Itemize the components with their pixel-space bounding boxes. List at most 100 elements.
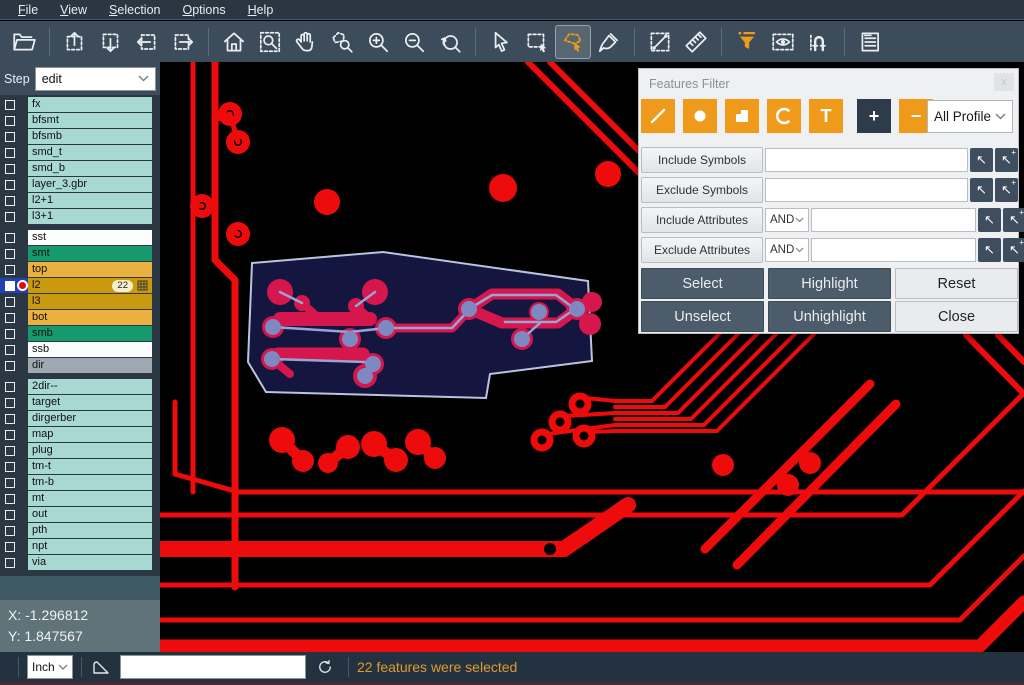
include-attributes-pick-button[interactable]: ↖ [978,208,1001,232]
include-attributes-pick-add-button[interactable]: ↖+ [1003,208,1024,232]
layer-checkbox[interactable] [5,345,15,355]
include-symbols-button[interactable]: Include Symbols [641,147,763,173]
menu-file[interactable]: File [8,1,48,19]
layer-row-l2-1[interactable]: l2+1 [0,193,160,208]
select-pointer-button[interactable] [483,25,519,59]
layer-row-l2[interactable]: l222 [0,278,160,293]
layer-row-l3-1[interactable]: l3+1 [0,209,160,224]
layer-name[interactable]: dirgerber [28,411,152,426]
exclude-attributes-operator-dropdown[interactable]: AND [765,238,809,262]
layer-checkbox[interactable] [5,313,15,323]
layer-checkbox[interactable] [5,446,15,456]
menu-help[interactable]: Help [238,1,284,19]
layer-checkbox[interactable] [5,398,15,408]
exclude-attributes-pick-button[interactable]: ↖ [978,238,1001,262]
pan-left-button[interactable] [129,25,165,59]
layer-row-pth[interactable]: pth [0,523,160,538]
exclude-symbols-input[interactable] [765,178,968,202]
layer-row-smb[interactable]: smb [0,326,160,341]
layer-checkbox[interactable] [5,164,15,174]
layer-name[interactable]: l2+1 [28,193,152,208]
layer-name[interactable]: fx [28,97,152,112]
layer-row-l3[interactable]: l3 [0,294,160,309]
filter-add-button[interactable]: + [857,99,891,133]
layer-name[interactable]: tm-b [28,475,152,490]
layer-name[interactable]: via [28,555,152,570]
layer-name[interactable]: l222 [28,278,152,293]
grid-icon[interactable] [137,280,148,291]
exclude-symbols-pick-add-button[interactable]: ↖+ [995,178,1018,202]
layer-checkbox[interactable] [5,494,15,504]
layer-row-sst[interactable]: sst [0,230,160,245]
menu-view[interactable]: View [50,1,97,19]
zoom-previous-button[interactable] [432,25,468,59]
layer-row-smd-b[interactable]: smd_b [0,161,160,176]
step-dropdown[interactable]: edit [35,67,156,91]
layer-name[interactable]: 2dir-- [28,379,152,394]
layer-name[interactable]: tm-t [28,459,152,474]
layer-checkbox[interactable] [5,100,15,110]
filter-surfaces-button[interactable] [725,99,759,133]
active-layer-indicator[interactable] [17,280,28,291]
reset-button[interactable]: Reset [895,268,1018,299]
layer-name[interactable]: sst [28,230,152,245]
layer-checkbox[interactable] [5,196,15,206]
layer-row-target[interactable]: target [0,395,160,410]
corner-ruler-icon[interactable] [92,659,110,675]
layer-row-plug[interactable]: plug [0,443,160,458]
exclude-symbols-button[interactable]: Exclude Symbols [641,177,763,203]
profile-dropdown[interactable]: All Profile [927,100,1013,133]
layer-checkbox[interactable] [5,558,15,568]
layer-name[interactable]: layer_3.gbr [28,177,152,192]
view-options-button[interactable] [765,25,801,59]
layer-row-mt[interactable]: mt [0,491,160,506]
layer-name[interactable]: map [28,427,152,442]
layer-row-layer-3-gbr[interactable]: layer_3.gbr [0,177,160,192]
layer-name[interactable]: dir [28,358,152,373]
layer-checkbox[interactable] [5,180,15,190]
layer-name[interactable]: bfsmt [28,113,152,128]
command-input[interactable] [120,655,306,679]
layer-checkbox[interactable] [5,281,15,291]
layer-checkbox[interactable] [5,361,15,371]
close-button[interactable]: Close [895,301,1018,332]
features-filter-button[interactable] [729,25,765,59]
include-attributes-button[interactable]: Include Attributes [641,207,763,233]
open-file-button[interactable] [6,25,42,59]
layer-name[interactable]: mt [28,491,152,506]
layer-row-dirgerber[interactable]: dirgerber [0,411,160,426]
select-rectangle-button[interactable] [519,25,555,59]
sync-icon[interactable] [316,658,334,676]
layer-row-bfsmt[interactable]: bfsmt [0,113,160,128]
layer-name[interactable]: smt [28,246,152,261]
layer-checkbox[interactable] [5,462,15,472]
layer-name[interactable]: bfsmb [28,129,152,144]
layer-row-via[interactable]: via [0,555,160,570]
layer-row-npt[interactable]: npt [0,539,160,554]
layer-row-tm-t[interactable]: tm-t [0,459,160,474]
layer-name[interactable]: target [28,395,152,410]
layer-name[interactable]: smb [28,326,152,341]
highlight-button[interactable]: Highlight [768,268,891,299]
exclude-attributes-pick-add-button[interactable]: ↖+ [1003,238,1024,262]
home-view-button[interactable] [216,25,252,59]
layer-name[interactable]: pth [28,523,152,538]
layer-name[interactable]: out [28,507,152,522]
exclude-attributes-button[interactable]: Exclude Attributes [641,237,763,263]
include-symbols-pick-button[interactable]: ↖ [970,148,993,172]
filter-text-button[interactable]: T [809,99,843,133]
include-attributes-operator-dropdown[interactable]: AND [765,208,809,232]
layer-row-map[interactable]: map [0,427,160,442]
layer-checkbox[interactable] [5,382,15,392]
clean-tool-button[interactable] [591,25,627,59]
select-polygon-button[interactable] [555,25,591,59]
measure-ruler-button[interactable] [678,25,714,59]
layer-name[interactable]: plug [28,443,152,458]
layer-name[interactable]: smd_b [28,161,152,176]
layer-checkbox[interactable] [5,478,15,488]
layer-name[interactable]: npt [28,539,152,554]
include-symbols-pick-add-button[interactable]: ↖+ [995,148,1018,172]
layer-row-tm-b[interactable]: tm-b [0,475,160,490]
select-button[interactable]: Select [641,268,764,299]
filter-lines-button[interactable] [641,99,675,133]
